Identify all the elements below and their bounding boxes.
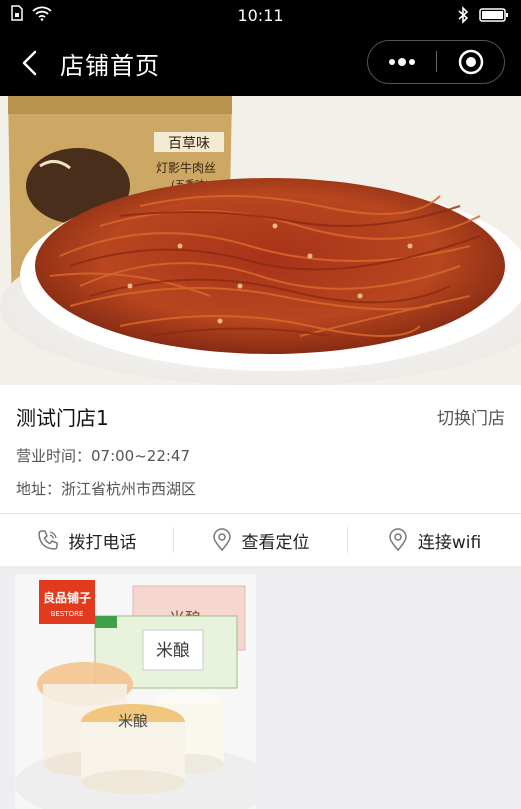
connect-wifi-button[interactable]: 连接wifi [348,514,521,566]
action-bar: 拨打电话 查看定位 连接wifi [0,514,521,566]
target-close-icon [458,49,484,74]
capsule-divider [436,51,437,72]
status-time: 10:11 [237,6,284,25]
bluetooth-icon [458,6,469,24]
call-phone-label: 拨打电话 [68,532,137,553]
product-image: 米酿 米酿 良品铺子 BESTORE 米酿 [15,574,256,809]
more-dots-icon [389,57,415,66]
store-name: 测试门店1 [16,406,109,430]
phone-icon [37,530,58,550]
location-pin-icon [212,528,231,552]
mini-program-capsule [367,40,505,84]
page-title: 店铺首页 [60,52,160,80]
brand-logo-en: BESTORE [51,610,84,618]
chevron-left-icon [22,50,37,76]
more-button[interactable] [368,41,436,82]
product-grid: 米酿 米酿 良品铺子 BESTORE 米酿 [0,566,521,809]
banner-carousel[interactable]: 百草味 灯影牛肉丝 (五香味) [0,96,521,385]
product-box-label: 米酿 [156,641,190,661]
location-pin-icon [389,528,407,552]
view-location-button[interactable]: 查看定位 [174,514,347,566]
status-right [457,6,509,24]
brand-logo-text: 良品铺子 [43,590,91,605]
cup-label: 米酿 [118,712,148,730]
call-phone-button[interactable]: 拨打电话 [0,514,173,566]
nav-bar: 店铺首页 [0,30,521,96]
battery-icon [479,8,508,22]
store-address: 地址：浙江省杭州市西湖区 [16,480,197,498]
business-hours: 营业时间：07:00~22:47 [16,447,191,465]
beef-shreds [35,178,505,354]
package-brand: 百草味 [168,136,210,152]
banner-image: 百草味 灯影牛肉丝 (五香味) [0,96,521,385]
connect-wifi-label: 连接wifi [417,532,482,553]
close-button[interactable] [438,41,504,82]
switch-store-link[interactable]: 切换门店 [437,404,505,429]
view-location-label: 查看定位 [241,532,310,553]
package-subtext: 灯影牛肉丝 [156,160,216,175]
status-bar: 10:11 [0,0,521,30]
product-card[interactable]: 米酿 米酿 良品铺子 BESTORE 米酿 [15,574,256,809]
back-button[interactable] [16,48,46,78]
